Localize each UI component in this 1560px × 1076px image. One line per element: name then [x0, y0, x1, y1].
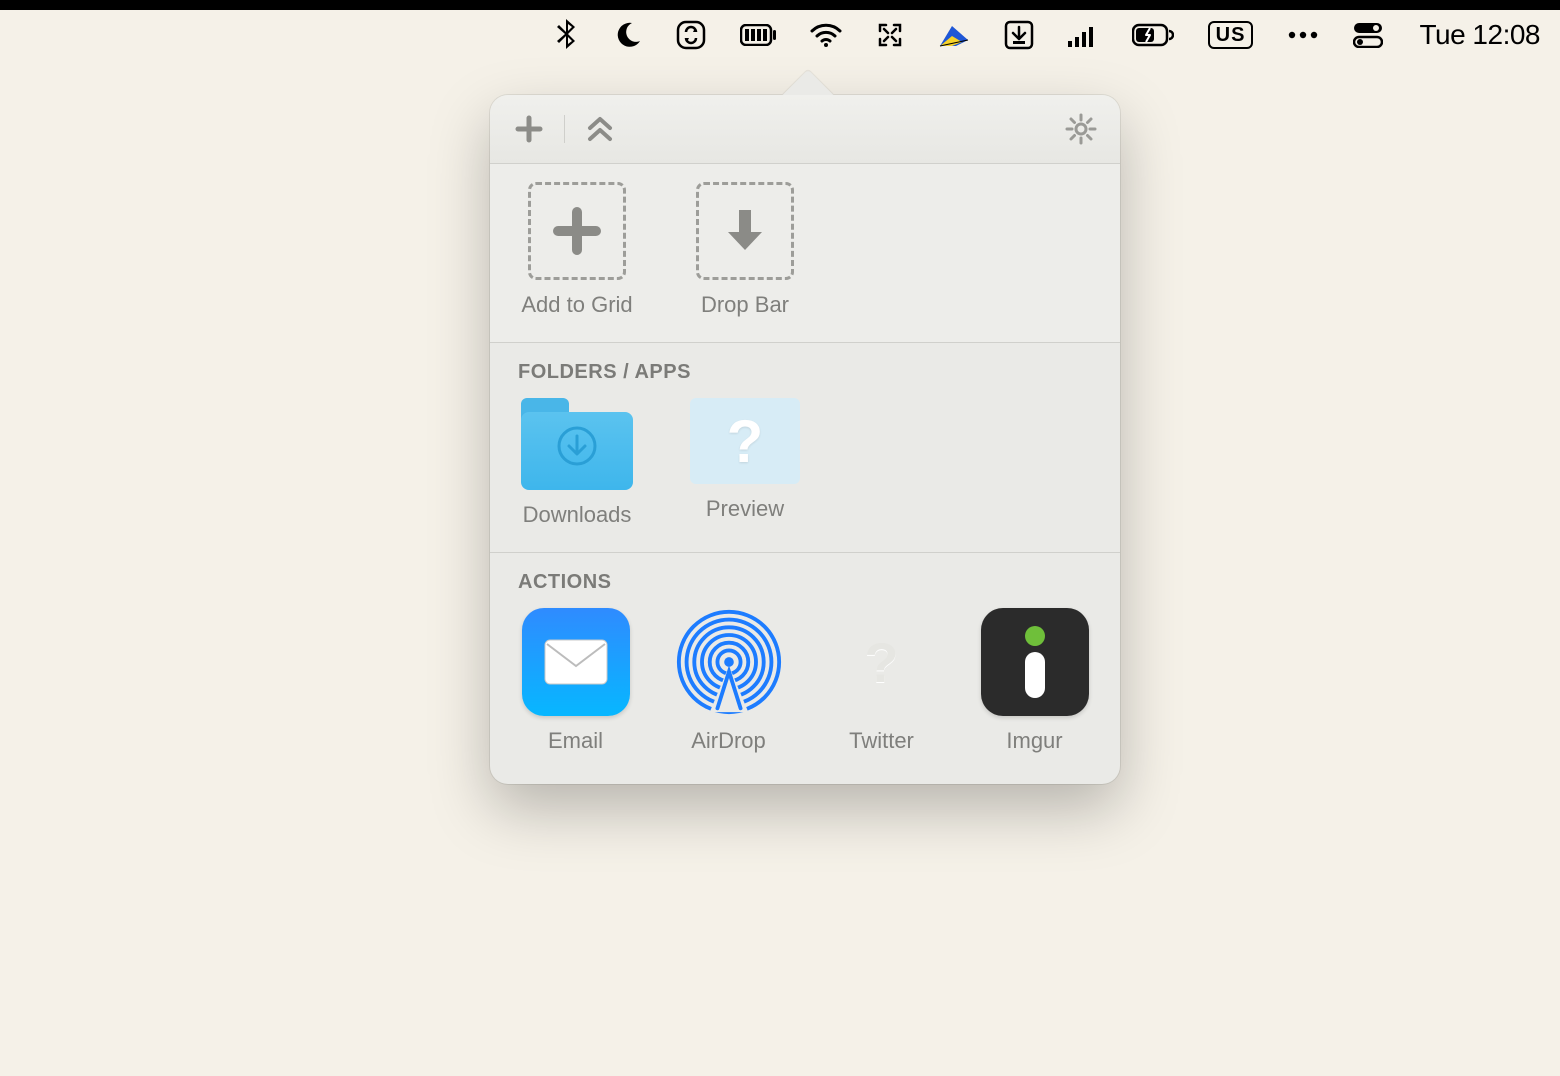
bluetooth-icon[interactable]: [554, 19, 580, 51]
collapse-up-button[interactable]: [583, 112, 617, 146]
preview-app-icon: ?: [690, 398, 800, 484]
screen-resize-icon[interactable]: [876, 21, 904, 49]
downloads-folder-icon: [521, 398, 633, 490]
preview-app[interactable]: ? Preview: [686, 398, 804, 528]
settings-button[interactable]: [1064, 112, 1098, 146]
add-to-grid-target[interactable]: Add to Grid: [518, 182, 636, 318]
more-menu-icon[interactable]: [1287, 30, 1319, 40]
dropzone-menubar-icon[interactable]: [1004, 20, 1034, 50]
airdrop-action-icon: [675, 608, 783, 716]
input-source-indicator[interactable]: US: [1208, 21, 1254, 49]
email-action-icon: [522, 608, 630, 716]
drop-bar-icon: [696, 182, 794, 280]
drop-bar-target[interactable]: Drop Bar: [686, 182, 804, 318]
menubar-clock[interactable]: Tue 12:08: [1419, 19, 1540, 51]
grid-section: Add to Grid Drop Bar: [490, 164, 1120, 343]
downloads-label: Downloads: [523, 502, 632, 528]
downloads-folder[interactable]: Downloads: [518, 398, 636, 528]
folders-apps-header: FOLDERS / APPS: [518, 361, 1092, 384]
panel-toolbar: [490, 95, 1120, 164]
airdrop-action[interactable]: AirDrop: [671, 608, 786, 754]
cellular-signal-icon[interactable]: [1068, 23, 1098, 47]
ukraine-flag-app-icon[interactable]: [938, 22, 970, 48]
folders-apps-section: FOLDERS / APPS Downloads ? Preview: [490, 343, 1120, 553]
wifi-icon[interactable]: [810, 23, 842, 47]
twitter-action-label: Twitter: [849, 728, 914, 754]
preview-label: Preview: [706, 496, 784, 522]
airdrop-action-label: AirDrop: [691, 728, 766, 754]
do-not-disturb-moon-icon[interactable]: [614, 21, 642, 49]
dropzone-panel: Add to Grid Drop Bar FOLDERS / APPS Down…: [490, 95, 1120, 784]
twitter-action[interactable]: ? Twitter: [824, 608, 939, 754]
imgur-action-label: Imgur: [1006, 728, 1062, 754]
control-center-icon[interactable]: [1353, 22, 1383, 48]
add-button[interactable]: [512, 112, 546, 146]
twitter-action-icon: ?: [828, 608, 936, 716]
imgur-action[interactable]: Imgur: [977, 608, 1092, 754]
actions-header: ACTIONS: [518, 571, 1092, 594]
add-to-grid-icon: [528, 182, 626, 280]
sync-icon[interactable]: [676, 20, 706, 50]
add-to-grid-label: Add to Grid: [521, 292, 632, 318]
battery-charging-icon[interactable]: [1132, 23, 1174, 47]
battery-full-icon[interactable]: [740, 24, 776, 46]
toolbar-divider: [564, 115, 565, 143]
macos-menubar: US Tue 12:08: [0, 10, 1560, 60]
actions-section: ACTIONS Email: [490, 553, 1120, 784]
drop-bar-label: Drop Bar: [701, 292, 789, 318]
imgur-action-icon: [981, 608, 1089, 716]
email-action-label: Email: [548, 728, 603, 754]
window-black-border: [0, 0, 1560, 10]
email-action[interactable]: Email: [518, 608, 633, 754]
